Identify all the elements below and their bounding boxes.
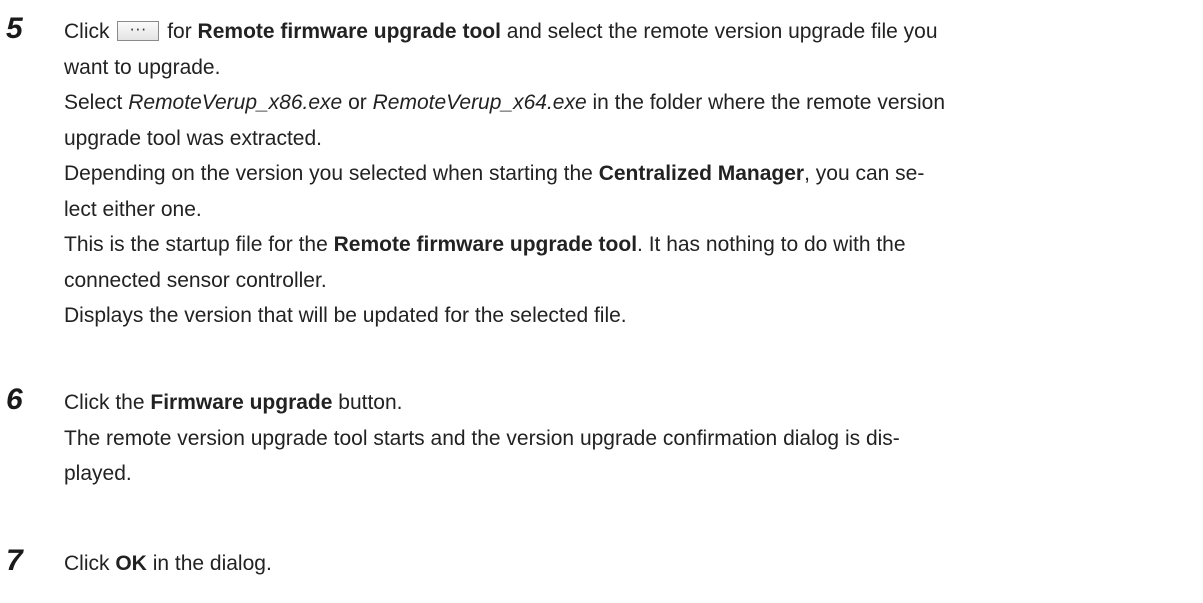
ui-term: Centralized Manager: [598, 162, 805, 185]
ellipsis-button-icon: ···: [117, 21, 160, 41]
ui-term: Firmware upgrade: [150, 391, 333, 414]
step-number: 5: [6, 12, 23, 45]
instruction-line: Depending on the version you selected wh…: [64, 162, 925, 185]
instruction-line: connected sensor controller.: [64, 268, 327, 292]
ui-term: Remote firmware upgrade tool: [333, 233, 638, 256]
instruction-line: This is the startup file for the Remote …: [64, 233, 906, 256]
ui-term: OK: [115, 552, 147, 575]
file-name: RemoteVerup_x64.exe: [372, 91, 587, 114]
instruction-line: upgrade tool was extracted.: [64, 126, 322, 150]
instruction-line: Click the Firmware upgrade button.: [64, 391, 403, 414]
instruction-line: want to upgrade.: [64, 55, 221, 79]
step-number: 7: [6, 544, 23, 577]
step-number: 6: [6, 383, 23, 416]
file-name: RemoteVerup_x86.exe: [128, 91, 343, 114]
step-body: Click the Firmware upgrade button. The r…: [64, 385, 1064, 492]
instruction-line: lect either one.: [64, 197, 202, 221]
instruction-line: Click ··· for Remote firmware upgrade to…: [64, 20, 938, 43]
instruction-line: Select RemoteVerup_x86.exe or RemoteVeru…: [64, 91, 946, 114]
instruction-line: The remote version upgrade tool starts a…: [64, 426, 900, 450]
instruction-line: played.: [64, 462, 132, 485]
ui-term: Remote firmware upgrade tool: [197, 20, 501, 43]
step-body: Click OK in the dialog.: [64, 546, 1064, 582]
instruction-line: Click OK in the dialog.: [64, 552, 272, 575]
instruction-line: Displays the version that will be update…: [64, 304, 627, 327]
step-body: Click ··· for Remote firmware upgrade to…: [64, 14, 1064, 334]
